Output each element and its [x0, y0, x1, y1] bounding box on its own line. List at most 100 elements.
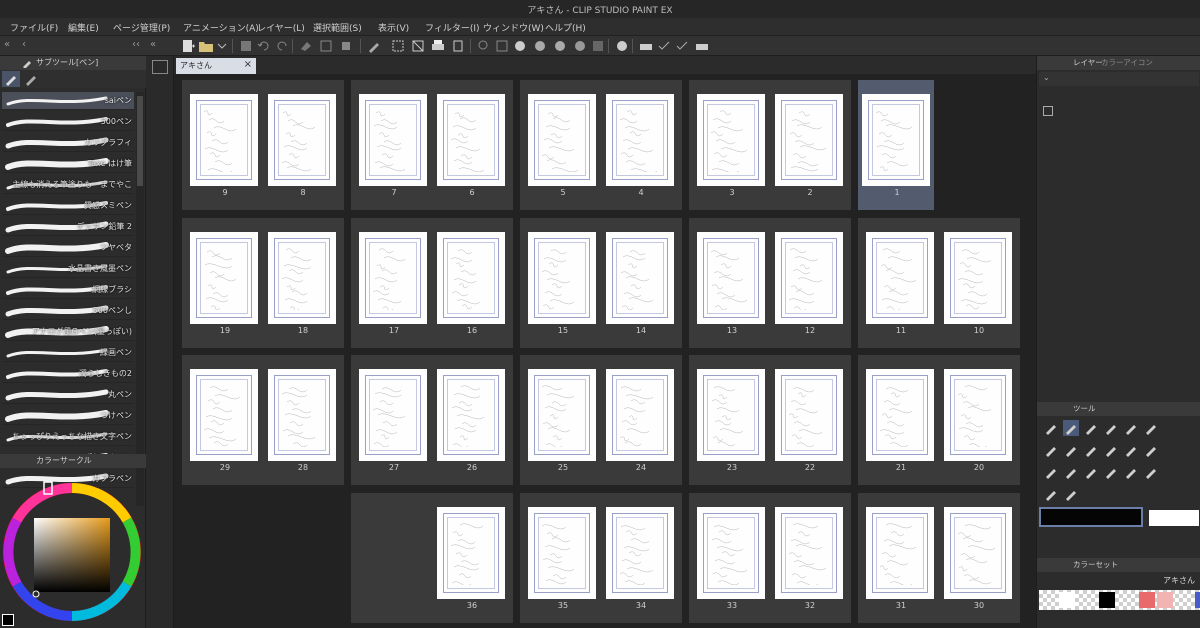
menu-animation[interactable]: アニメーション(A)	[183, 21, 259, 34]
gradient-icon[interactable]	[1123, 464, 1139, 480]
swatch-blue[interactable]	[1195, 592, 1200, 608]
check-icon[interactable]	[656, 38, 672, 54]
menu-selection[interactable]: 選択範囲(S)	[313, 21, 362, 34]
page-thumbnail[interactable]	[190, 94, 258, 186]
page-spread[interactable]: 21 20	[858, 355, 1020, 485]
page-spread[interactable]: 11 10	[858, 218, 1020, 348]
page-thumbnail[interactable]	[862, 94, 930, 186]
menu-filter[interactable]: フィルター(I)	[425, 21, 480, 34]
page-spread[interactable]: 25 24	[520, 355, 682, 485]
page-thumbnail[interactable]	[697, 232, 765, 324]
page-spread[interactable]: 76	[351, 80, 513, 210]
page-thumbnail[interactable]	[775, 369, 843, 461]
selection-icon[interactable]	[1083, 464, 1099, 480]
close-icon[interactable]: ×	[244, 59, 252, 70]
brush-item[interactable]: 丸ペン	[2, 386, 134, 404]
deselect-icon[interactable]	[410, 38, 426, 54]
page-spread[interactable]: 29 28	[182, 355, 344, 485]
collapse-panel-icon[interactable]: «	[150, 39, 156, 50]
brush-item[interactable]: 主線も消える筆塗りも一までやこ	[2, 176, 134, 194]
menu-page[interactable]: ページ管理(P)	[113, 21, 170, 34]
page-thumbnail[interactable]	[190, 369, 258, 461]
page-thumbnail[interactable]	[866, 507, 934, 599]
brush-item[interactable]: Taxe はけ筆	[2, 155, 134, 173]
page-spread[interactable]: 19 18	[182, 218, 344, 348]
page-thumbnail[interactable]	[606, 232, 674, 324]
figure-icon[interactable]	[1043, 486, 1059, 502]
menu-file[interactable]: ファイル(F)	[10, 21, 58, 34]
collapse-left-icon[interactable]: «	[4, 39, 10, 50]
grid-icon[interactable]	[590, 38, 606, 54]
lasso-select-icon[interactable]	[1083, 442, 1099, 458]
new-file-icon[interactable]	[180, 38, 196, 54]
fit-icon[interactable]	[494, 38, 510, 54]
brush-item[interactable]: ツヤベタ	[2, 239, 134, 257]
page-thumbnail[interactable]	[697, 94, 765, 186]
brush-item[interactable]: デッサン鉛筆 2	[2, 218, 134, 236]
check-layer-icon[interactable]	[674, 38, 690, 54]
menu-window[interactable]: ウィンドウ(W)	[483, 21, 544, 34]
menu-view[interactable]: 表示(V)	[378, 21, 409, 34]
new-folder-icon[interactable]	[152, 60, 168, 74]
transform-icon[interactable]	[390, 38, 406, 54]
page-thumbnail[interactable]	[359, 369, 427, 461]
color-set-swatches[interactable]	[1039, 590, 1200, 610]
brush-item[interactable]: 水晶書き風墨ペン	[2, 260, 134, 278]
page-thumbnail[interactable]	[775, 507, 843, 599]
page-thumbnail[interactable]	[190, 232, 258, 324]
blend-mode-select[interactable]: ⌄	[1039, 72, 1199, 86]
fill-bucket-icon[interactable]	[1143, 442, 1159, 458]
page-thumbnail[interactable]	[697, 507, 765, 599]
main-color-chip[interactable]	[2, 614, 14, 626]
eyedropper-tool-icon[interactable]	[1103, 442, 1119, 458]
brush-item[interactable]: カリグラフィ	[2, 134, 134, 152]
undo-icon[interactable]	[256, 38, 272, 54]
swatch-pink[interactable]	[1157, 592, 1173, 608]
brush-list-scrollbar[interactable]	[136, 92, 144, 506]
page-thumbnail[interactable]	[944, 507, 1012, 599]
swatch-red[interactable]	[1139, 592, 1155, 608]
collapse-right-icon[interactable]: ‹‹	[132, 39, 140, 50]
swatch-black[interactable]	[1099, 592, 1115, 608]
eyedropper-icon[interactable]	[1103, 420, 1119, 436]
brush-item[interactable]: 濁らしきもの2	[2, 365, 134, 383]
page-thumbnail[interactable]	[528, 94, 596, 186]
menu-layer[interactable]: レイヤー(L)	[257, 21, 305, 34]
layer-panel-tab2[interactable]: カラーアイコン	[1101, 57, 1153, 68]
reference-icon[interactable]	[614, 38, 630, 54]
open-folder-icon[interactable]	[198, 38, 214, 54]
page-thumbnail[interactable]	[437, 232, 505, 324]
sub-color-swatch[interactable]	[1149, 510, 1199, 526]
page-spread[interactable]: 54	[520, 80, 682, 210]
brush-item[interactable]: つけペン	[2, 407, 134, 425]
blend-icon[interactable]	[1063, 486, 1079, 502]
rotate-icon[interactable]	[1123, 420, 1139, 436]
move-icon[interactable]	[1123, 442, 1139, 458]
magic-wand-icon[interactable]	[1063, 442, 1079, 458]
brush-item[interactable]: 500ペンし	[2, 302, 134, 320]
page-thumbnail[interactable]	[866, 232, 934, 324]
page-spread[interactable]: 13 12	[689, 218, 851, 348]
page-thumbnail[interactable]	[437, 507, 505, 599]
print-icon[interactable]	[430, 38, 446, 54]
page-spread[interactable]: 36	[351, 493, 513, 623]
page-thumbnail[interactable]	[437, 369, 505, 461]
pen-settings-icon[interactable]	[366, 38, 382, 54]
fill-icon[interactable]	[318, 38, 334, 54]
brush-item[interactable]: saiペン	[2, 92, 134, 110]
redo-icon[interactable]	[274, 38, 290, 54]
page-thumbnail[interactable]	[944, 232, 1012, 324]
brush-item[interactable]: 質感スミペン	[2, 197, 134, 215]
save-icon[interactable]	[238, 38, 254, 54]
page-thumbnail[interactable]	[437, 94, 505, 186]
page-thumbnail[interactable]	[866, 369, 934, 461]
brush-item[interactable]: アナログ風Gペン(墨っぽい)	[2, 323, 134, 341]
ruler-icon[interactable]	[1103, 464, 1119, 480]
page-spread[interactable]: 15 14	[520, 218, 682, 348]
page-thumbnail[interactable]	[606, 507, 674, 599]
text-icon[interactable]	[1043, 464, 1059, 480]
pen-icon[interactable]	[1063, 420, 1079, 436]
brush-item[interactable]: ちょっぴりえっちな描き文字ペン	[2, 428, 134, 446]
page-spread[interactable]: 27 26	[351, 355, 513, 485]
clear-icon[interactable]	[298, 38, 314, 54]
